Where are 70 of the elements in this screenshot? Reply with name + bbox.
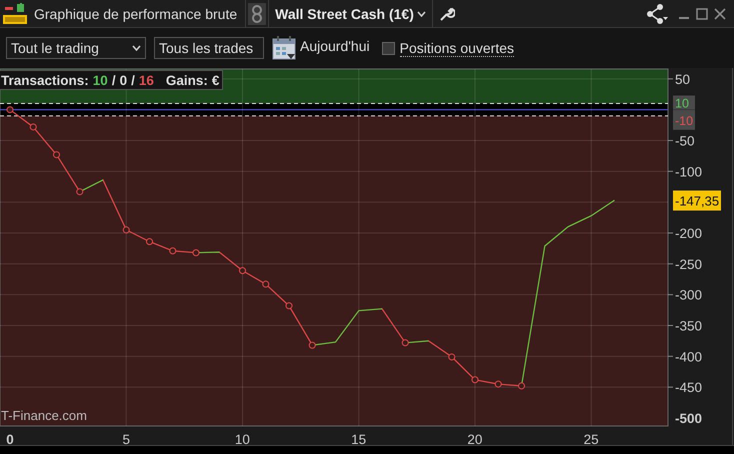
scope-dropdown[interactable]: Tout le trading — [6, 37, 146, 59]
caret-icon[interactable] — [416, 10, 426, 16]
y-axis-label: -450 — [668, 380, 702, 396]
point — [53, 151, 60, 158]
separator-text: / — [112, 72, 116, 88]
y-axis-label: -200 — [668, 226, 702, 241]
date-label[interactable]: Aujourd'hui — [300, 38, 370, 54]
point — [6, 106, 14, 114]
point — [308, 342, 316, 349]
neutral-count: 0 — [120, 72, 128, 88]
instrument-selector[interactable]: Wall Street Cash (1€) — [269, 6, 432, 22]
y-tick-label: -400 — [675, 349, 702, 364]
point — [494, 380, 502, 388]
trades-dropdown[interactable]: Tous les trades — [154, 37, 264, 59]
y-tick-label: -450 — [675, 380, 702, 396]
y-tick-label: -100 — [675, 164, 702, 180]
losses-count: 16 — [138, 72, 154, 88]
point — [146, 238, 154, 246]
last-value-tag: -147,35 — [673, 190, 721, 211]
separator-text: / — [131, 72, 135, 88]
point — [30, 123, 37, 130]
x-axis-label: 10 — [234, 432, 250, 447]
point — [262, 280, 270, 288]
x-axis-label: 25 — [584, 432, 599, 447]
open-positions-checkbox[interactable] — [382, 42, 395, 54]
maximize-icon[interactable] — [696, 8, 708, 20]
y-axis-label: -300 — [668, 288, 702, 303]
link-icon[interactable] — [248, 2, 266, 24]
watermark-text: T-Finance.com — [1, 408, 87, 423]
y-axis-label: -50 — [668, 134, 695, 149]
share-icon[interactable] — [646, 4, 668, 24]
gains-value: € — [212, 72, 220, 88]
point — [402, 339, 409, 346]
point — [286, 302, 293, 310]
y-tick-label: -50 — [675, 134, 695, 149]
point — [192, 249, 200, 256]
y-axis-label: -100 — [668, 164, 702, 180]
y-axis-label: -500 — [675, 410, 702, 426]
window-title: Graphique de performance brute — [34, 6, 238, 22]
y-axis-label: 50 — [668, 72, 690, 87]
y-tick-label: -250 — [675, 256, 702, 272]
wins-count: 10 — [92, 72, 108, 88]
y-axis-label: -250 — [668, 256, 702, 272]
point — [448, 353, 456, 360]
x-axis-label: 15 — [351, 432, 366, 447]
threshold-tag: -10 — [673, 110, 695, 130]
calendar-icon[interactable] — [272, 36, 296, 60]
transactions-label: Transactions: — [1, 72, 89, 88]
x-axis-label: 0 — [6, 432, 14, 447]
x-axis-label: 5 — [122, 432, 130, 447]
demo-icon — [2, 2, 28, 24]
point — [518, 382, 526, 390]
y-tick-label: 50 — [675, 72, 690, 87]
y-axis-label: -400 — [668, 349, 702, 364]
wrench-icon[interactable] — [438, 6, 455, 22]
open-positions-link[interactable]: Positions ouvertes — [400, 40, 514, 56]
point — [472, 376, 479, 384]
point — [122, 226, 130, 234]
gains-label: Gains: — [166, 72, 208, 88]
point — [76, 188, 84, 196]
x-axis-label: 20 — [467, 432, 482, 447]
y-tick-label: -200 — [675, 226, 702, 242]
point — [169, 247, 176, 254]
y-axis-label: -350 — [668, 318, 702, 334]
threshold-tag: 10 — [673, 96, 695, 111]
y-tick-label: -350 — [675, 318, 702, 334]
caret-icon[interactable] — [132, 45, 141, 51]
y-tick-label: -300 — [675, 288, 702, 303]
close-icon[interactable] — [714, 8, 726, 20]
point — [239, 267, 246, 274]
